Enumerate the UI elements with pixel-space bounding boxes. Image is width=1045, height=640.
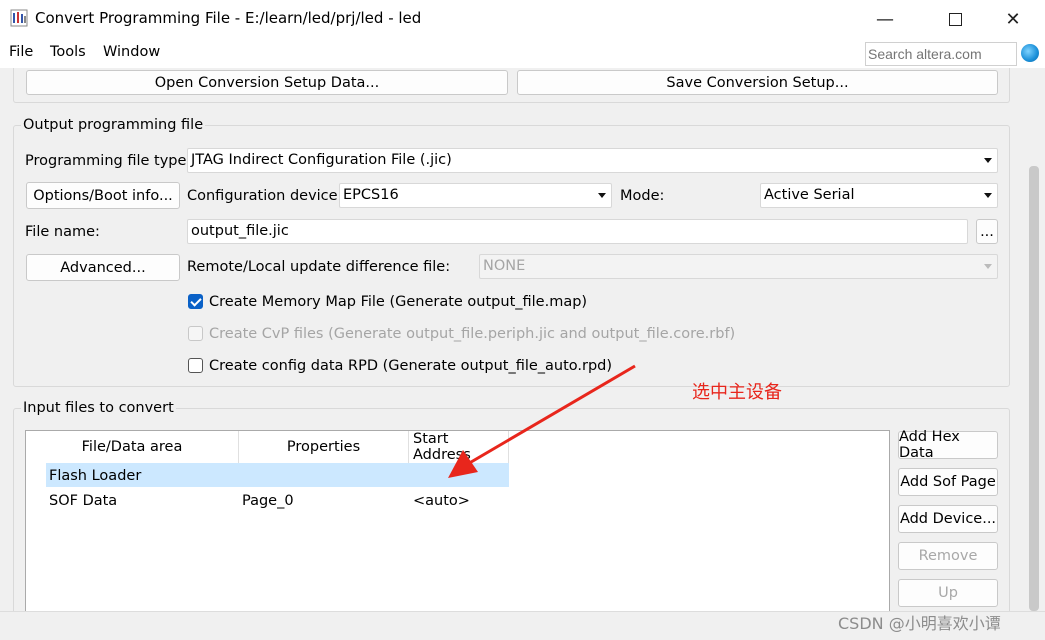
save-conversion-setup-button[interactable]: Save Conversion Setup... [517,70,998,95]
watermark: CSDN @小明喜欢小谭 [838,614,1001,633]
rpd-checkbox[interactable] [188,358,203,373]
cvp-label: Create CvP files (Generate output_file.p… [209,326,736,342]
column-header-properties[interactable]: Properties [239,431,409,463]
remove-button: Remove [898,542,998,570]
mode-select[interactable]: Active Serial [760,183,998,208]
file-type-label: Programming file type: [25,153,192,169]
file-type-select[interactable]: JTAG Indirect Configuration File (.jic) [187,148,998,173]
chevron-down-icon [598,193,606,198]
config-device-select[interactable]: EPCS16 [339,183,612,208]
config-device-label: Configuration device: [187,188,343,204]
menu-file[interactable]: File [9,44,33,60]
remote-local-value: NONE [483,258,526,274]
config-device-value: EPCS16 [343,187,399,203]
output-group-title: Output programming file [21,117,206,133]
remote-local-select: NONE [479,254,998,279]
scrollbar-thumb[interactable] [1029,166,1039,611]
memory-map-label: Create Memory Map File (Generate output_… [209,294,588,310]
mode-label: Mode: [620,188,665,204]
dialog-content: Open Conversion Setup Data... Save Conve… [0,68,1026,611]
chevron-down-icon [984,158,992,163]
column-header-file[interactable]: File/Data area [26,431,239,463]
menu-tools[interactable]: Tools [50,44,86,60]
input-files-table[interactable]: File/Data area Properties Start Address … [25,430,890,611]
up-button: Up [898,579,998,607]
minimize-icon[interactable]: — [862,0,908,38]
column-header-start-address[interactable]: Start Address [409,431,509,463]
add-device-button[interactable]: Add Device... [898,505,998,533]
options-boot-info-button[interactable]: Options/Boot info... [26,182,180,209]
menu-window[interactable]: Window [103,44,160,60]
remote-local-label: Remote/Local update difference file: [187,259,451,275]
file-name-input[interactable]: output_file.jic [187,219,968,244]
row-start-sof-data: <auto> [413,493,470,509]
input-group-title: Input files to convert [21,400,176,416]
rpd-label: Create config data RPD (Generate output_… [209,358,613,374]
cvp-checkbox [188,326,203,341]
open-conversion-setup-button[interactable]: Open Conversion Setup Data... [26,70,508,95]
chevron-down-icon [984,193,992,198]
advanced-button[interactable]: Advanced... [26,254,180,281]
quartus-app-icon [10,9,28,27]
search-input[interactable] [865,42,1017,66]
globe-icon[interactable] [1021,44,1039,62]
file-type-value: JTAG Indirect Configuration File (.jic) [191,152,452,168]
window-title: Convert Programming File - E:/learn/led/… [35,9,422,27]
add-hex-data-button[interactable]: Add Hex Data [898,429,998,461]
chevron-down-icon [984,264,992,269]
maximize-icon[interactable] [932,0,978,38]
row-file-flash-loader: Flash Loader [49,468,142,484]
file-name-label: File name: [25,224,100,240]
memory-map-checkbox[interactable] [188,294,203,309]
add-sof-page-button[interactable]: Add Sof Page [898,468,998,496]
row-file-sof-data[interactable]: SOF Data [49,493,117,509]
close-icon[interactable]: ✕ [990,0,1036,38]
vertical-scrollbar[interactable] [1026,68,1045,611]
mode-value: Active Serial [764,187,855,203]
row-properties-sof-data: Page_0 [242,493,294,509]
annotation-text: 选中主设备 [692,382,782,403]
browse-button[interactable]: ... [976,219,998,244]
